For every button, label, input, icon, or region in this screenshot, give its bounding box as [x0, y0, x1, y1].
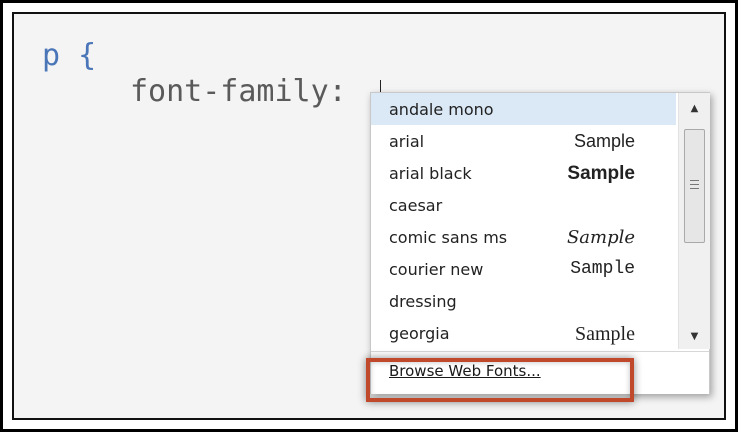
font-sample: Sample: [575, 323, 635, 345]
scroll-up-arrow-icon[interactable]: ▲: [679, 99, 710, 119]
font-sample: Sample: [566, 227, 635, 248]
font-item-andale-mono[interactable]: andale mono: [371, 93, 676, 125]
code-line-property: font-family:: [130, 74, 347, 109]
font-name: caesar: [389, 196, 443, 215]
font-list: andale mono arial Sample arial black Sam…: [371, 93, 676, 349]
font-item-comic-sans-ms[interactable]: comic sans ms Sample: [371, 221, 676, 253]
code-line-selector: p {: [42, 38, 97, 73]
font-name: courier new: [389, 260, 484, 279]
font-name: comic sans ms: [389, 228, 508, 247]
annotation-highlight-box: [366, 358, 634, 402]
grip-line: [690, 180, 699, 181]
grip-line: [690, 188, 699, 189]
font-item-caesar[interactable]: caesar: [371, 189, 676, 221]
scrollbar-thumb[interactable]: [684, 129, 705, 243]
font-name: georgia: [389, 324, 450, 343]
code-editor[interactable]: p { font-family: andale mono arial Sampl…: [12, 12, 726, 420]
font-item-dressing[interactable]: dressing: [371, 285, 676, 317]
font-name: arial black: [389, 164, 472, 183]
vertical-scrollbar[interactable]: ▲ ▼: [678, 93, 710, 349]
font-autocomplete-popup: andale mono arial Sample arial black Sam…: [370, 92, 710, 394]
font-item-arial[interactable]: arial Sample: [371, 125, 676, 157]
font-name: andale mono: [389, 100, 494, 119]
font-sample: Sample: [573, 131, 635, 151]
font-sample: Sample: [570, 259, 635, 279]
font-name: arial: [389, 132, 425, 151]
font-item-courier-new[interactable]: courier new Sample: [371, 253, 676, 285]
scroll-down-arrow-icon[interactable]: ▼: [679, 327, 710, 347]
font-name: dressing: [389, 292, 457, 311]
font-item-georgia[interactable]: georgia Sample: [371, 317, 676, 349]
grip-line: [690, 184, 699, 185]
font-sample: Sample: [567, 163, 635, 184]
font-item-arial-black[interactable]: arial black Sample: [371, 157, 676, 189]
